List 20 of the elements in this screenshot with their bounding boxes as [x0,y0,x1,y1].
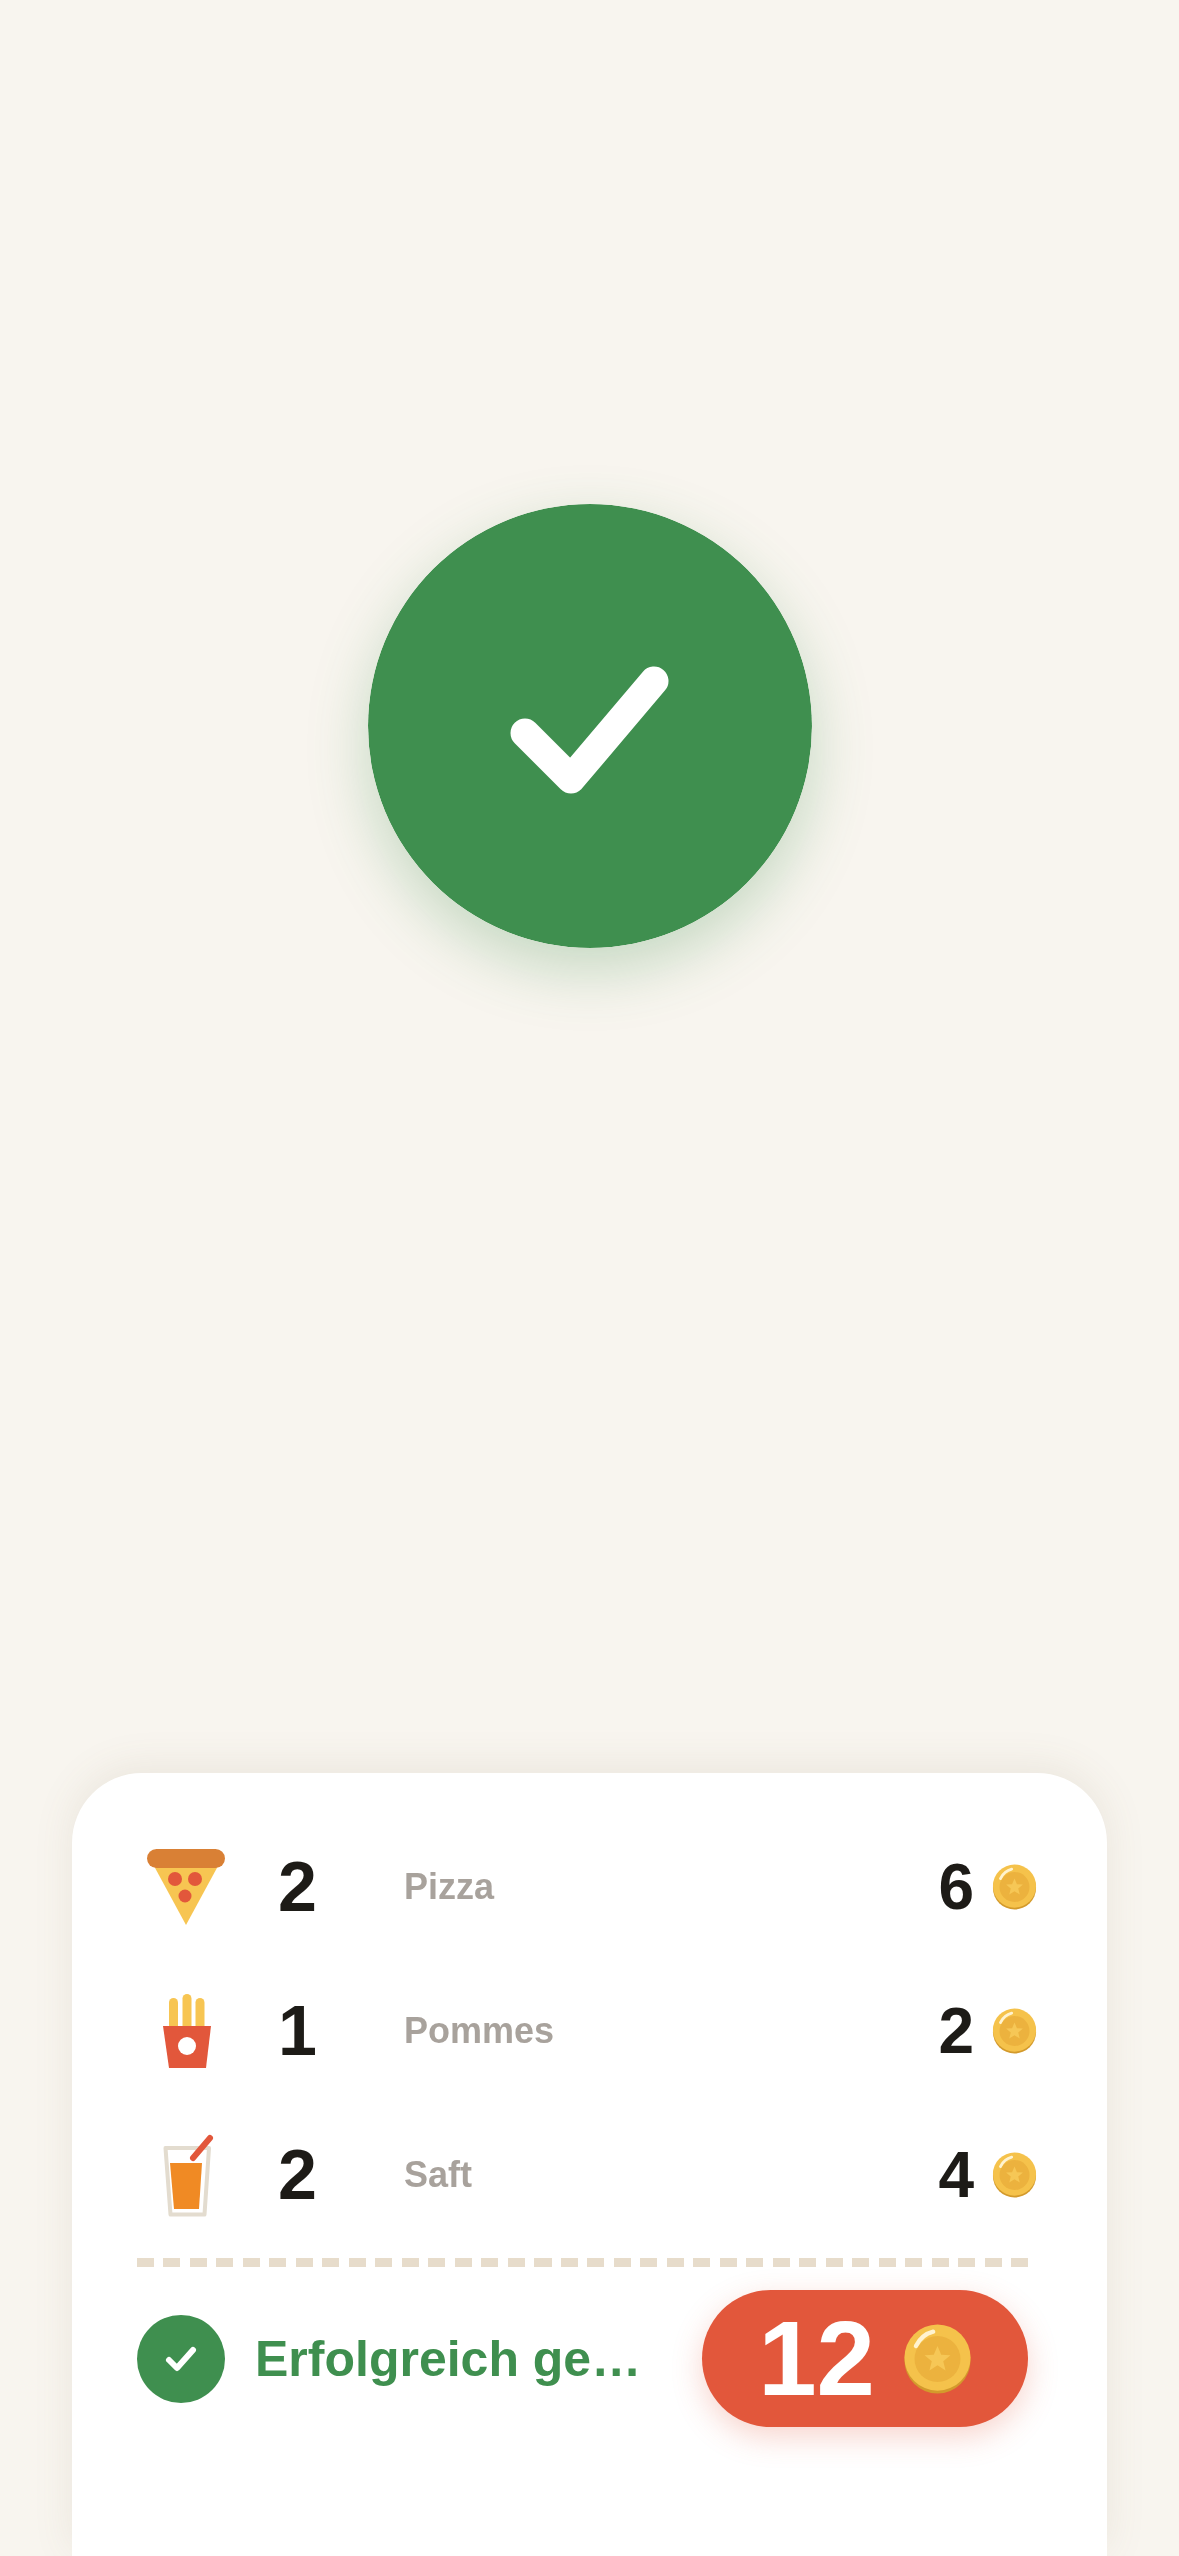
coin-icon [992,1863,1037,1911]
coin-icon [992,2007,1037,2055]
juice-glass-icon [162,2133,215,2217]
pizza-slice-icon [147,1849,225,1925]
fries-icon [163,1994,211,2068]
item-name: Pizza [404,1869,495,1905]
check-circle-icon [137,2314,225,2403]
item-name: Saft [404,2157,472,2193]
item-quantity: 2 [278,1852,317,1922]
item-price: 6 [938,1855,974,1919]
item-price: 4 [938,2143,974,2207]
total-amount: 12 [758,2306,875,2411]
status-text: Erfolgreich ge… [255,2329,642,2389]
coin-icon [992,2151,1037,2199]
item-name: Pommes [404,2013,555,2049]
coin-icon [903,2322,972,2395]
item-quantity: 2 [278,2140,317,2210]
item-price: 2 [938,1999,974,2063]
item-quantity: 1 [278,1996,317,2066]
check-circle-icon [367,504,812,948]
